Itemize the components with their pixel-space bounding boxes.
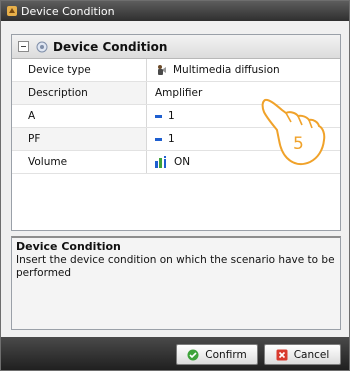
confirm-button[interactable]: Confirm	[176, 344, 258, 365]
description-text: Insert the device condition on which the…	[16, 254, 335, 279]
info-bars-icon	[155, 156, 168, 168]
description-title: Device Condition	[16, 240, 121, 253]
close-icon	[276, 349, 288, 360]
blue-dash-icon	[155, 114, 162, 118]
property-value[interactable]: Multimedia diffusion	[147, 59, 340, 81]
app-icon	[7, 6, 17, 16]
property-label: A	[12, 105, 147, 127]
window-title: Device Condition	[21, 4, 115, 18]
blue-dash-icon	[155, 137, 162, 141]
pointing-hand-icon: 5	[261, 98, 326, 166]
property-label: Device type	[12, 59, 147, 81]
title-bar: Device Condition	[1, 1, 349, 21]
cancel-button[interactable]: Cancel	[264, 344, 341, 365]
speaker-person-icon	[155, 64, 167, 76]
gear-icon	[36, 41, 48, 52]
section-header: Device Condition	[12, 35, 340, 59]
property-row-device-type[interactable]: Device type Multimedia diffusion	[12, 59, 340, 82]
description-panel: Device Condition Insert the device condi…	[11, 236, 341, 330]
section-title: Device Condition	[53, 39, 168, 54]
button-bar: Confirm Cancel	[1, 337, 349, 370]
step-number: 5	[293, 134, 304, 154]
property-label: PF	[12, 128, 147, 150]
device-condition-window: Device Condition Device Condition Device…	[0, 0, 350, 371]
property-label: Description	[12, 82, 147, 104]
property-label: Volume	[12, 151, 147, 173]
checkmark-icon	[187, 349, 199, 360]
collapse-toggle[interactable]	[18, 41, 29, 52]
